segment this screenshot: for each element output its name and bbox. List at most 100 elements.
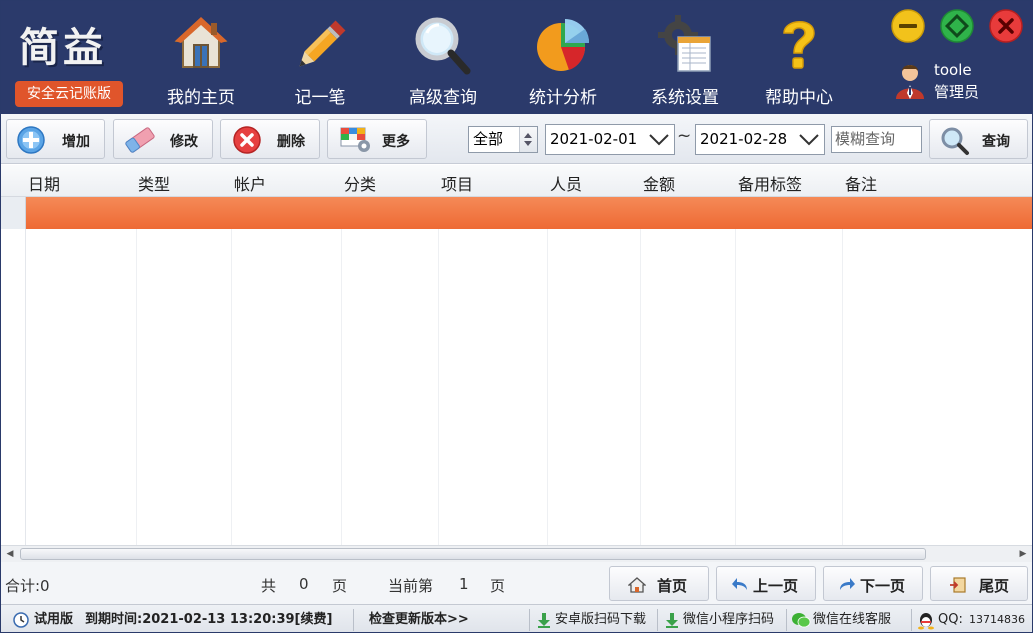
edit-button-label: 修改 (170, 134, 198, 150)
last-page-label: 尾页 (979, 577, 1010, 595)
expire-time[interactable]: 到期时间:2021-02-13 13:20:39[续费] (85, 605, 332, 632)
column-project[interactable]: 项目 (441, 171, 473, 195)
add-button-label: 增加 (62, 134, 90, 150)
status-divider (786, 609, 787, 631)
fuzzy-search-placeholder: 模糊查询 (835, 130, 896, 148)
user-avatar-icon (896, 65, 924, 99)
current-page: 1 (459, 575, 469, 593)
home-icon (174, 17, 228, 68)
first-page-label: 首页 (657, 577, 688, 595)
nav-record[interactable]: 记一笔 (281, 15, 359, 108)
column-category[interactable]: 分类 (344, 171, 376, 195)
check-update-link[interactable]: 检查更新版本>> (369, 605, 469, 632)
chevron-down-icon[interactable] (798, 133, 820, 147)
nav-help-label: 帮助中心 (765, 88, 833, 108)
exit-door-icon (950, 577, 966, 593)
row-header-column (1, 229, 26, 547)
next-page-button[interactable]: 下一页 (823, 566, 923, 601)
nav-record-label: 记一笔 (294, 88, 346, 108)
pager-bar: 合计:0 共 0 页 当前第 1 页 首页 上一页 下一页 尾页 (1, 562, 1032, 604)
horizontal-scrollbar[interactable]: ◀ ▶ (1, 545, 1032, 562)
date-to-value: 2021-02-28 (700, 130, 788, 148)
status-divider (353, 609, 354, 631)
select-spinner-icon[interactable] (519, 127, 537, 152)
row-header[interactable] (1, 197, 26, 229)
help-icon (783, 21, 815, 69)
more-button[interactable]: 更多 (327, 119, 427, 159)
pie-chart-icon (537, 19, 590, 71)
logo-subtitle: 安全云记账版 (15, 81, 123, 107)
qq-label: QQ: (938, 612, 963, 627)
maximize-icon (940, 9, 974, 43)
home-icon (628, 577, 646, 593)
grid-divider (547, 229, 548, 547)
column-amount[interactable]: 金额 (643, 171, 675, 195)
nav-advanced-search-label: 高级查询 (409, 88, 477, 108)
qq-icon (918, 613, 934, 630)
scroll-right-icon[interactable]: ▶ (1015, 547, 1031, 561)
arrow-left-icon (732, 578, 747, 590)
user-role: 管理员 (934, 83, 980, 101)
type-select[interactable]: 全部 (468, 126, 538, 153)
settings-icon (658, 15, 711, 72)
android-download-link[interactable]: 安卓版扫码下载 (555, 605, 646, 632)
download-icon (666, 613, 678, 628)
user-info[interactable]: toole 管理员 (894, 61, 1014, 105)
search-button-label: 查询 (982, 134, 1010, 150)
minimize-button[interactable] (891, 9, 925, 43)
wechat-service-link[interactable]: 微信在线客服 (813, 605, 891, 632)
logo-title: 简益 (19, 25, 107, 71)
nav-help[interactable]: 帮助中心 (757, 15, 841, 108)
column-tag[interactable]: 备用标签 (738, 171, 802, 195)
prev-page-button[interactable]: 上一页 (716, 566, 816, 601)
pencil-icon (299, 20, 346, 67)
scrollbar-thumb[interactable] (20, 548, 926, 560)
user-name: toole (934, 61, 972, 79)
delete-button-label: 删除 (277, 134, 305, 150)
nav-home[interactable]: 我的主页 (159, 15, 243, 108)
nav-advanced-search[interactable]: 高级查询 (401, 15, 485, 108)
chevron-down-icon[interactable] (648, 133, 670, 147)
column-type[interactable]: 类型 (138, 171, 170, 195)
date-to-picker[interactable]: 2021-02-28 (695, 124, 825, 155)
edit-button[interactable]: 修改 (113, 119, 213, 159)
column-person[interactable]: 人员 (550, 171, 582, 195)
current-page-prefix: 当前第 (388, 577, 434, 595)
magnifier-icon (415, 17, 471, 75)
qq-number[interactable]: 13714836 (969, 605, 1025, 632)
nav-settings-label: 系统设置 (651, 88, 719, 108)
fuzzy-search-input[interactable]: 模糊查询 (831, 126, 922, 153)
date-from-value: 2021-02-01 (550, 130, 638, 148)
eraser-icon (125, 127, 155, 153)
last-page-button[interactable]: 尾页 (930, 566, 1028, 601)
download-icon (538, 613, 550, 628)
header-bar: 简益 安全云记账版 我的主页 记一笔 高级查询 统计分析 系统设置 帮助中心 t… (1, 1, 1032, 114)
maximize-button[interactable] (940, 9, 974, 43)
search-icon (941, 127, 969, 155)
minimize-icon (891, 9, 925, 43)
app-window: 简益 安全云记账版 我的主页 记一笔 高级查询 统计分析 系统设置 帮助中心 t… (0, 0, 1033, 633)
search-button[interactable]: 查询 (929, 119, 1028, 159)
date-range-separator: ~ (677, 126, 692, 146)
table-header: 日期 类型 帐户 分类 项目 人员 金额 备用标签 备注 (1, 165, 1032, 197)
nav-settings[interactable]: 系统设置 (643, 15, 727, 108)
grid-divider (231, 229, 232, 547)
miniapp-link[interactable]: 微信小程序扫码 (683, 605, 774, 632)
close-button[interactable] (989, 9, 1023, 43)
column-note[interactable]: 备注 (845, 171, 877, 195)
next-page-label: 下一页 (860, 577, 906, 595)
scroll-left-icon[interactable]: ◀ (2, 547, 18, 561)
date-from-picker[interactable]: 2021-02-01 (545, 124, 675, 155)
delete-button[interactable]: 删除 (220, 119, 320, 159)
column-date[interactable]: 日期 (28, 171, 60, 195)
nav-statistics-label: 统计分析 (529, 88, 597, 108)
selected-row[interactable] (26, 197, 1032, 229)
first-page-button[interactable]: 首页 (609, 566, 709, 601)
nav-statistics[interactable]: 统计分析 (521, 15, 605, 108)
status-bar: 试用版 到期时间:2021-02-13 13:20:39[续费] 检查更新版本>… (1, 604, 1032, 632)
total-pages-prefix: 共 (261, 577, 277, 595)
total-pages-suffix: 页 (332, 577, 348, 595)
column-account[interactable]: 帐户 (234, 171, 266, 195)
add-button[interactable]: 增加 (6, 119, 105, 159)
grid-divider (735, 229, 736, 547)
